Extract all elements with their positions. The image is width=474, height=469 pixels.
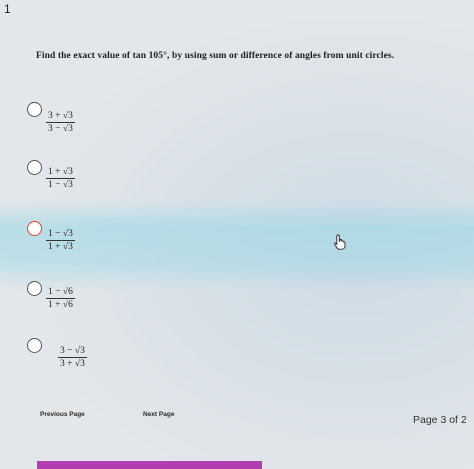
fraction-denominator: 1 + √6 — [48, 300, 73, 310]
question-number: 1 — [4, 2, 11, 16]
radio-button[interactable] — [27, 281, 42, 296]
radio-button-selected[interactable] — [27, 221, 42, 236]
bottom-progress-bar — [37, 461, 262, 469]
answer-option-4[interactable]: 1 − √6 1 + √6 — [27, 281, 147, 321]
fraction-numerator: 1 − √3 — [46, 229, 75, 241]
radio-button[interactable] — [27, 338, 42, 353]
fraction-numerator: 1 + √3 — [46, 167, 75, 179]
fraction-numerator: 3 + √3 — [46, 111, 75, 123]
radio-button[interactable] — [27, 160, 42, 175]
question-text: Find the exact value of tan 105°, by usi… — [36, 51, 395, 61]
fraction-numerator: 3 − √3 — [58, 346, 87, 358]
fraction: 1 − √3 1 + √3 — [46, 229, 75, 252]
fraction-denominator: 3 − √3 — [48, 124, 73, 134]
previous-page-link[interactable]: Previous Page — [40, 411, 85, 418]
fraction: 3 + √3 3 − √3 — [46, 111, 75, 134]
fraction-denominator: 3 + √3 — [60, 359, 85, 369]
fraction: 1 − √6 1 + √6 — [46, 287, 75, 310]
answer-option-5[interactable]: 3 − √3 3 + √3 — [27, 338, 147, 378]
fraction: 1 + √3 1 − √3 — [46, 167, 75, 190]
answer-option-2[interactable]: 1 + √3 1 − √3 — [27, 160, 147, 200]
next-page-link[interactable]: Next Page — [143, 411, 174, 418]
fraction-denominator: 1 + √3 — [48, 242, 73, 252]
answer-option-3[interactable]: 1 − √3 1 + √3 — [27, 221, 147, 261]
fraction: 3 − √3 3 + √3 — [58, 346, 87, 369]
fraction-denominator: 1 − √3 — [48, 180, 73, 190]
radio-button[interactable] — [27, 102, 42, 117]
hand-pointer-icon — [334, 234, 346, 250]
fraction-numerator: 1 − √6 — [46, 287, 75, 299]
page-indicator: Page 3 of 2 — [413, 414, 467, 426]
answer-option-1[interactable]: 3 + √3 3 − √3 — [27, 102, 147, 142]
